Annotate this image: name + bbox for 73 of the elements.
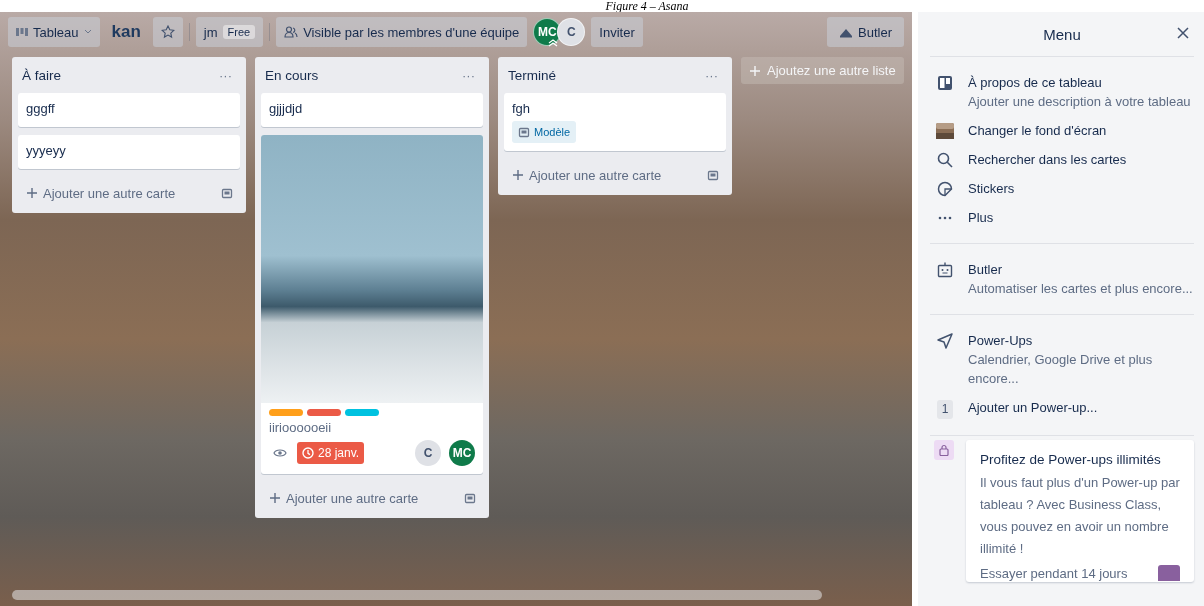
menu-item-description: Automatiser les cartes et plus encore... — [968, 280, 1193, 298]
card[interactable]: iirioooooeii 28 janv. C MC — [261, 135, 483, 474]
menu-item[interactable]: Stickers — [930, 174, 1194, 203]
card[interactable]: yyyeyy — [18, 135, 240, 169]
plus-icon — [269, 492, 281, 504]
menu-item[interactable]: Changer le fond d'écran — [930, 116, 1194, 145]
board-title[interactable]: kan — [105, 22, 147, 42]
search-icon — [937, 152, 953, 168]
background-thumbnail-icon — [936, 123, 954, 139]
menu-item[interactable]: Power-Ups Calendrier, Google Drive et plus encore... — [930, 326, 1194, 393]
template-badge: Modèle — [512, 121, 577, 143]
menu-item-title: Rechercher dans les cartes — [968, 151, 1127, 169]
list-menu-button[interactable]: ··· — [701, 65, 722, 85]
promo-title: Profitez de Power-ups illimités — [980, 452, 1162, 467]
menu-item[interactable]: Butler Automatiser les cartes et plus encore... — [930, 255, 1194, 303]
template-icon — [221, 187, 233, 199]
menu-item-description: Calendrier, Google Drive et plus encore... — [968, 351, 1154, 388]
plus-icon — [26, 187, 38, 199]
butler-button[interactable]: Butler — [827, 17, 904, 47]
promo-text: Il vous faut plus d'un Power-up par tableau ? Avec Business Class, vous pouvez en avoir un nombre illimité ! — [980, 474, 1180, 558]
menu-item-title: Stickers — [968, 180, 1015, 198]
template-icon — [518, 126, 530, 138]
list-title[interactable]: Terminé — [506, 67, 556, 83]
star-button[interactable] — [152, 17, 183, 47]
plus-icon — [749, 64, 761, 77]
member-avatar[interactable]: C — [415, 440, 441, 466]
close-icon — [1176, 26, 1190, 40]
menu-title: Menu — [1043, 25, 1081, 43]
menu-item-title: Plus — [968, 209, 994, 227]
menu-item-title: Ajouter un Power-up... — [968, 399, 1098, 417]
card[interactable]: gggff — [18, 93, 240, 127]
clock-icon — [302, 447, 314, 459]
add-card-button[interactable]: Ajouter une autre carte — [508, 165, 666, 185]
board-menu-button[interactable]: Tableau — [8, 17, 100, 47]
visibility-button[interactable]: Visible par les membres d'une équipe — [276, 17, 528, 47]
template-icon — [464, 492, 476, 504]
menu-item[interactable]: 1 Ajouter un Power-up... — [930, 393, 1194, 424]
team-button[interactable]: jm Free — [195, 17, 264, 47]
board-icon — [937, 75, 953, 91]
invite-button[interactable]: Inviter — [591, 17, 643, 47]
menu-item-title: Power-Ups — [968, 332, 1034, 350]
list-menu-button[interactable]: ··· — [458, 65, 479, 85]
menu-item[interactable]: Plus — [930, 203, 1194, 232]
card[interactable]: gjjjdjd — [261, 93, 483, 127]
template-icon — [707, 169, 719, 181]
horizontal-scrollbar[interactable] — [12, 590, 822, 600]
card-label[interactable] — [307, 409, 341, 416]
list-title[interactable]: À faire — [20, 67, 62, 83]
lock-icon — [934, 440, 954, 460]
card[interactable]: fgh Modèle — [504, 93, 726, 151]
menu-item[interactable]: Rechercher dans les cartes — [930, 145, 1194, 174]
sticker-icon — [937, 181, 953, 197]
plus-icon — [512, 169, 524, 181]
trial-link[interactable]: Essayer pendant 14 jours — [980, 565, 1128, 581]
robot-icon — [937, 262, 953, 278]
count-badge: 1 — [936, 400, 954, 419]
menu-item-title: À propos de ce tableau — [968, 74, 1103, 92]
menu-item-description: Ajouter une description à votre tableau — [968, 93, 1191, 111]
people-icon — [284, 26, 299, 38]
member-avatar[interactable]: MC — [449, 440, 475, 466]
list-title[interactable]: En cours — [263, 67, 319, 83]
menu-item-title: Butler — [968, 261, 1003, 279]
board-icon — [16, 27, 28, 37]
menu-item[interactable]: À propos de ce tableau Ajouter une description à votre tableau — [930, 68, 1194, 116]
menu-item-title: Changer le fond d'écran — [968, 122, 1107, 140]
add-card-button[interactable]: Ajouter une autre carte — [22, 183, 180, 203]
card-title: fgh — [512, 101, 532, 117]
rocket-icon — [937, 333, 953, 349]
card-title: iirioooooeii — [269, 420, 333, 436]
add-card-button[interactable]: Ajouter une autre carte — [265, 488, 423, 508]
plan-badge: Free — [222, 25, 256, 39]
caret-icon — [83, 29, 92, 35]
list-menu-button[interactable]: ··· — [215, 65, 236, 85]
